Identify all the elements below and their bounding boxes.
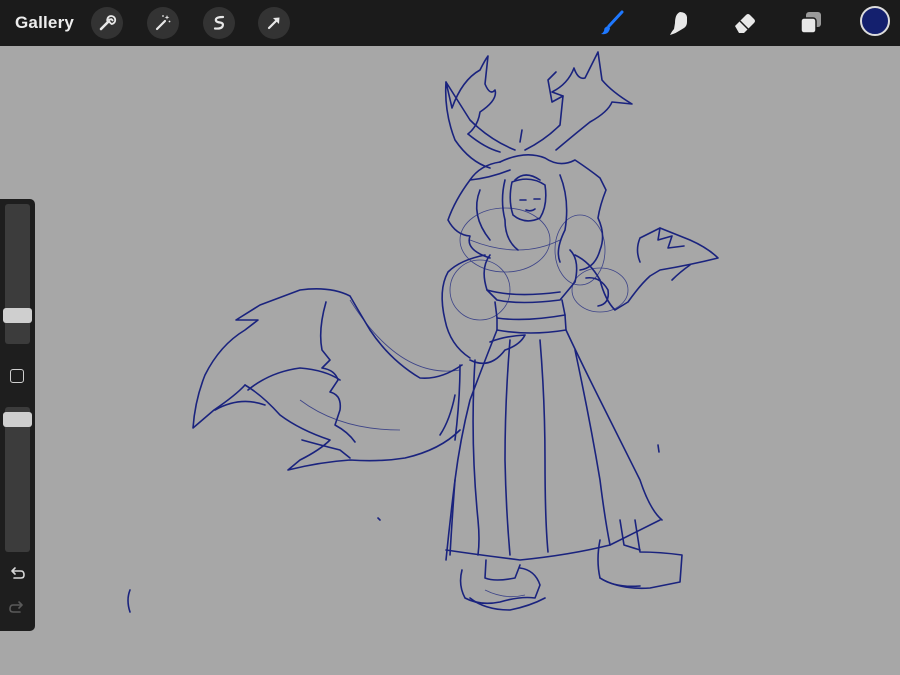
layers-icon bbox=[800, 12, 821, 34]
selection-button[interactable] bbox=[203, 7, 235, 39]
wrench-icon bbox=[99, 15, 117, 31]
selection-s-icon bbox=[213, 15, 225, 30]
eraser-button[interactable] bbox=[730, 8, 760, 38]
redo-icon bbox=[9, 601, 23, 613]
undo-icon bbox=[11, 567, 25, 579]
transform-button[interactable] bbox=[258, 7, 290, 39]
brush-size-slider[interactable] bbox=[3, 204, 32, 344]
top-toolbar: Gallery bbox=[0, 0, 900, 46]
opacity-thumb[interactable] bbox=[3, 412, 32, 427]
sketch-drawing bbox=[127, 51, 719, 613]
arrow-cursor-icon bbox=[267, 17, 280, 30]
undo-button[interactable] bbox=[8, 565, 26, 583]
brush-size-thumb[interactable] bbox=[3, 308, 32, 323]
redo-button[interactable] bbox=[8, 599, 26, 617]
brush-icon bbox=[601, 10, 624, 35]
modify-button[interactable] bbox=[10, 369, 24, 383]
drawing-canvas[interactable] bbox=[0, 46, 900, 675]
actions-button[interactable] bbox=[91, 7, 123, 39]
adjustments-button[interactable] bbox=[147, 7, 179, 39]
color-picker-button[interactable] bbox=[860, 6, 890, 36]
smudge-finger-icon bbox=[670, 12, 687, 35]
smudge-button[interactable] bbox=[664, 8, 694, 38]
eraser-icon bbox=[735, 14, 755, 33]
brush-button[interactable] bbox=[598, 8, 628, 38]
gallery-button[interactable]: Gallery bbox=[15, 12, 74, 34]
left-sidebar bbox=[0, 199, 35, 631]
opacity-slider[interactable] bbox=[3, 407, 32, 552]
magic-wand-icon bbox=[155, 15, 171, 31]
layers-button[interactable] bbox=[796, 8, 826, 38]
